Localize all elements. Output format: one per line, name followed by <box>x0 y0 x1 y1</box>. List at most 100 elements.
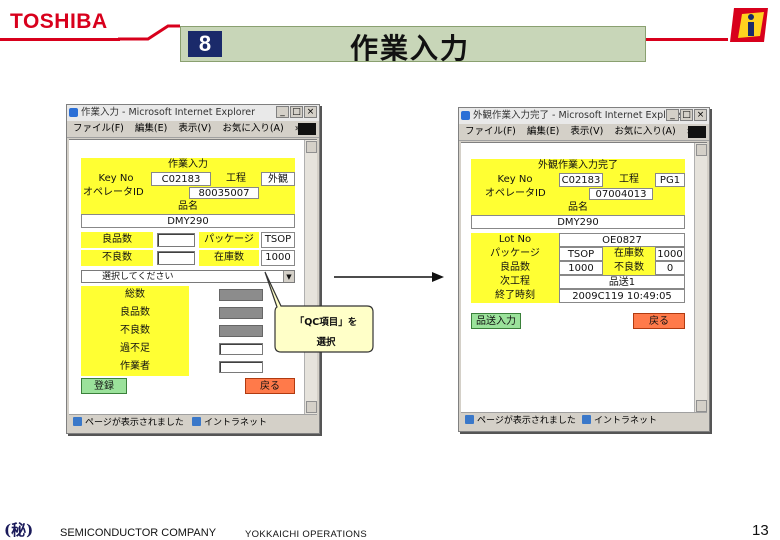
menu-favorites[interactable]: お気に入り(A) <box>222 123 283 134</box>
lotno-value: OE0827 <box>559 233 685 247</box>
jikoutei-label: 次工程 <box>471 275 559 289</box>
qc-value-5-input[interactable] <box>219 361 263 373</box>
hinmei-label: 品名 <box>471 201 685 215</box>
zaiko-value: 1000 <box>655 247 685 261</box>
maximize-button[interactable]: □ <box>680 109 693 121</box>
right-window-title: 外観作業入力完了 - Microsoft Internet Explorer <box>473 110 686 121</box>
page-title: 作業入力 <box>349 32 470 65</box>
package-value: TSOP <box>261 232 295 248</box>
furyou-label: 不良数 <box>81 250 153 266</box>
furyou-input[interactable] <box>157 251 195 265</box>
qc-row-label-2: 良品数 <box>120 307 150 318</box>
toshiba-logo: TOSHIBA <box>10 10 108 33</box>
koutei-label: 工程 <box>603 173 655 187</box>
intranet-icon <box>191 417 201 426</box>
ryouhin-label: 良品数 <box>471 261 559 275</box>
right-window-titlebar: 外観作業入力完了 - Microsoft Internet Explorer _… <box>459 108 709 124</box>
right-scrollbar[interactable] <box>694 143 707 413</box>
form-title: 外観作業入力完了 <box>471 159 685 173</box>
windows-flag-icon <box>298 123 316 135</box>
left-status-text: ページが表示されました <box>85 418 184 428</box>
form-title: 作業入力 <box>81 158 295 172</box>
operator-label: オペレータID <box>83 187 144 198</box>
zaiko-label: 在庫数 <box>603 247 655 261</box>
step-number-badge: 8 <box>188 31 222 57</box>
menu-file[interactable]: ファイル(F) <box>465 126 516 137</box>
left-status-zone: イントラネット <box>203 418 267 428</box>
minimize-button[interactable]: _ <box>276 106 289 118</box>
page-icon <box>465 415 474 424</box>
zaiko-label: 在庫数 <box>199 250 259 266</box>
header-red-slope <box>118 24 180 41</box>
ryouhin-input[interactable] <box>157 233 195 247</box>
ryouhin-label: 良品数 <box>81 232 153 248</box>
callout-line-2: 選択 <box>316 337 336 348</box>
koutei-label: 工程 <box>211 172 261 186</box>
page-icon <box>73 417 82 426</box>
back-button[interactable]: 戻る <box>245 378 295 394</box>
package-value: TSOP <box>559 247 603 261</box>
qc-row-label-4: 過不足 <box>120 343 150 354</box>
hinmei-value: DMY290 <box>81 214 295 228</box>
keyno-label: Key No <box>471 173 559 187</box>
keyno-value: C02183 <box>559 173 603 187</box>
operator-row: オペレータID <box>81 186 295 200</box>
shuuryou-label: 終了時刻 <box>471 289 559 303</box>
right-window-content: 外観作業入力完了 Key No C02183 工程 PG1 オペレータID 07… <box>461 142 707 413</box>
menu-edit[interactable]: 編集(E) <box>135 123 167 134</box>
right-status-text: ページが表示されました <box>477 416 576 426</box>
footer-operations: YOKKAICHI OPERATIONS <box>245 529 367 540</box>
footer-company: SEMICONDUCTOR COMPANY <box>60 527 217 539</box>
qc-select-placeholder: 選択してください <box>102 272 174 282</box>
hinmei-label: 品名 <box>81 200 295 214</box>
right-status-bar: ページが表示されました イントラネット <box>461 412 707 429</box>
header-red-line-left <box>0 38 120 41</box>
zaiko-value: 1000 <box>261 250 295 266</box>
furyou-value: 0 <box>655 261 685 275</box>
hinsou-input-button[interactable]: 品送入力 <box>471 313 521 329</box>
qc-row-label-5: 作業者 <box>120 361 150 372</box>
close-button[interactable]: × <box>304 106 317 118</box>
maximize-button[interactable]: □ <box>290 106 303 118</box>
menu-favorites[interactable]: お気に入り(A) <box>614 126 675 137</box>
shuuryou-value: 2009C119 10:49:05 <box>559 289 685 303</box>
ie-icon <box>461 111 470 120</box>
page-number: 13 <box>752 522 769 539</box>
right-browser-window: 外観作業入力完了 - Microsoft Internet Explorer _… <box>458 107 710 432</box>
menu-file[interactable]: ファイル(F) <box>73 123 124 134</box>
close-button[interactable]: × <box>694 109 707 121</box>
left-browser-window: 作業入力 - Microsoft Internet Explorer _ □ ×… <box>66 104 320 434</box>
windows-flag-icon <box>688 126 706 138</box>
furyou-label: 不良数 <box>603 261 655 275</box>
right-arrow-icon <box>334 272 444 282</box>
corner-logo-icon <box>730 8 768 42</box>
header-red-line-right <box>646 38 728 41</box>
back-button[interactable]: 戻る <box>633 313 685 329</box>
keyno-value: C02183 <box>151 172 211 186</box>
submit-button[interactable]: 登録 <box>81 378 127 394</box>
operator-label: オペレータID <box>485 188 546 199</box>
left-status-bar: ページが表示されました イントラネット <box>69 414 317 431</box>
qc-row-label-1: 総数 <box>125 289 145 300</box>
minimize-button[interactable]: _ <box>666 109 679 121</box>
left-window-titlebar: 作業入力 - Microsoft Internet Explorer _ □ × <box>67 105 319 121</box>
jikoutei-value: 品送1 <box>559 275 685 289</box>
koutei-value: 外観 <box>261 172 295 186</box>
koutei-value: PG1 <box>655 173 685 187</box>
right-status-zone: イントラネット <box>593 416 657 426</box>
left-window-title: 作業入力 - Microsoft Internet Explorer <box>81 107 256 118</box>
hinmei-value: DMY290 <box>471 215 685 229</box>
package-label: パッケージ <box>199 232 259 248</box>
package-label: パッケージ <box>471 247 559 261</box>
operator-value: 80035007 <box>189 187 259 199</box>
qc-row-label-3: 不良数 <box>120 325 150 336</box>
callout-line-1: 「QC項目」を <box>294 317 358 328</box>
lotno-label: Lot No <box>471 233 559 247</box>
ie-icon <box>69 108 78 117</box>
right-window-menubar: ファイル(F) 編集(E) 表示(V) お気に入り(A) » <box>459 124 709 141</box>
menu-edit[interactable]: 編集(E) <box>527 126 559 137</box>
menu-view[interactable]: 表示(V) <box>570 126 603 137</box>
menu-view[interactable]: 表示(V) <box>178 123 211 134</box>
intranet-icon <box>581 415 591 424</box>
left-window-menubar: ファイル(F) 編集(E) 表示(V) お気に入り(A) » <box>67 121 319 138</box>
